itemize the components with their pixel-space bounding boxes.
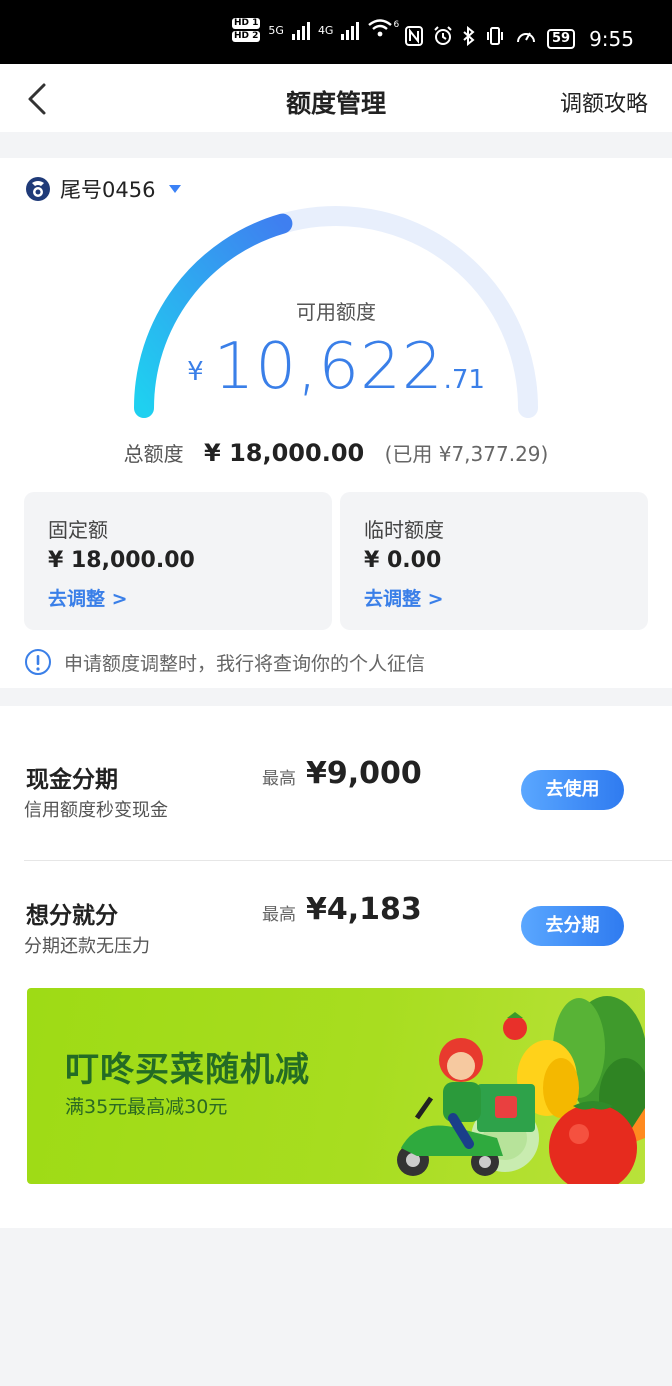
banner-subtitle: 满35元最高减30元 (65, 1096, 228, 1118)
nfc-icon (404, 26, 423, 51)
credit-overview: 尾号0456 可用额度 ¥10,622.71 总额度 ¥ 18,000.00 (… (0, 158, 672, 688)
wifi-icon (367, 18, 393, 42)
product-row-cash-installment: 现金分期 信用额度秒变现金 最高 ¥9,000 去使用 (0, 716, 672, 861)
system-indicators: 59 9:55 (404, 25, 634, 51)
limit-guide-link[interactable]: 调额攻略 (560, 86, 648, 118)
temporary-limit-title: 临时额度 (364, 518, 444, 542)
installment-products: 现金分期 信用额度秒变现金 最高 ¥9,000 去使用 想分就分 分期还款无压力… (0, 706, 672, 970)
network-type-2: 4G (317, 23, 334, 37)
product-subtitle: 分期还款无压力 (24, 936, 150, 957)
promo-banner-section: 叮咚买菜随机减 满35元最高减30元 (0, 970, 672, 1228)
fixed-limit-value: ¥ 18,000.00 (48, 548, 195, 573)
bank-logo-icon (26, 177, 50, 201)
battery-icon: 59 (546, 28, 576, 49)
adjust-temporary-limit-link[interactable]: 去调整 > (364, 584, 444, 611)
product-title: 现金分期 (26, 767, 118, 793)
product-row-flexible-installment: 想分就分 分期还款无压力 最高 ¥4,183 去分期 (0, 852, 672, 972)
credit-check-notice: 申请额度调整时，我行将查询你的个人征信 (24, 648, 425, 676)
alarm-icon (433, 26, 453, 51)
fixed-limit-card: 固定额 ¥ 18,000.00 去调整 > (24, 492, 332, 630)
banner-title: 叮咚买菜随机减 (65, 1050, 310, 1090)
installment-button[interactable]: 去分期 (521, 906, 624, 946)
status-bar: HD 1 HD 2 5G 4G 6 59 9:55 (0, 0, 672, 64)
info-icon (25, 649, 51, 675)
temporary-limit-card: 临时额度 ¥ 0.00 去调整 > (340, 492, 648, 630)
total-credit-label: 总额度 (123, 442, 184, 466)
delivery-scooter-illustration (397, 996, 645, 1184)
used-credit: (已用 ¥7,377.29) (384, 442, 549, 466)
product-subtitle: 信用额度秒变现金 (24, 800, 168, 821)
vibrate-icon (485, 26, 505, 51)
speed-icon (515, 26, 537, 51)
fixed-limit-title: 固定额 (48, 518, 108, 542)
network-indicators: HD 1 HD 2 5G 4G 6 (232, 18, 399, 42)
max-amount: ¥4,183 (306, 892, 422, 927)
available-credit-amount: ¥10,622.71 (0, 330, 672, 404)
total-credit-value: ¥ 18,000.00 (204, 439, 365, 467)
temporary-limit-value: ¥ 0.00 (364, 548, 442, 573)
clock: 9:55 (589, 26, 634, 51)
promo-banner[interactable]: 叮咚买菜随机减 满35元最高减30元 (27, 988, 645, 1184)
use-button[interactable]: 去使用 (521, 770, 624, 810)
dropdown-caret-icon (169, 185, 182, 193)
available-credit-label: 可用额度 (296, 300, 376, 324)
notice-text: 申请额度调整时，我行将查询你的个人征信 (64, 652, 426, 675)
hd2-badge: HD 2 (232, 31, 261, 42)
max-label: 最高 (262, 905, 296, 925)
nav-bar: 额度管理 调额攻略 (0, 64, 672, 132)
bluetooth-icon (463, 25, 475, 51)
network-type-1: 5G (268, 23, 284, 37)
wifi-tag: 6 (393, 20, 400, 30)
currency-symbol: ¥ (187, 357, 204, 387)
available-decimal: .71 (443, 365, 485, 395)
max-amount: ¥9,000 (306, 756, 422, 791)
signal-1-icon (291, 20, 310, 40)
max-label: 最高 (262, 769, 296, 789)
total-credit-line: 总额度 ¥ 18,000.00 (已用 ¥7,377.29) (0, 438, 672, 467)
hd1-badge: HD 1 (232, 18, 261, 29)
hd-badges: HD 1 HD 2 (232, 18, 261, 42)
available-integer: 10,622 (213, 330, 444, 404)
signal-2-icon (341, 20, 360, 40)
adjust-fixed-limit-link[interactable]: 去调整 > (48, 584, 128, 611)
product-title: 想分就分 (26, 903, 118, 929)
